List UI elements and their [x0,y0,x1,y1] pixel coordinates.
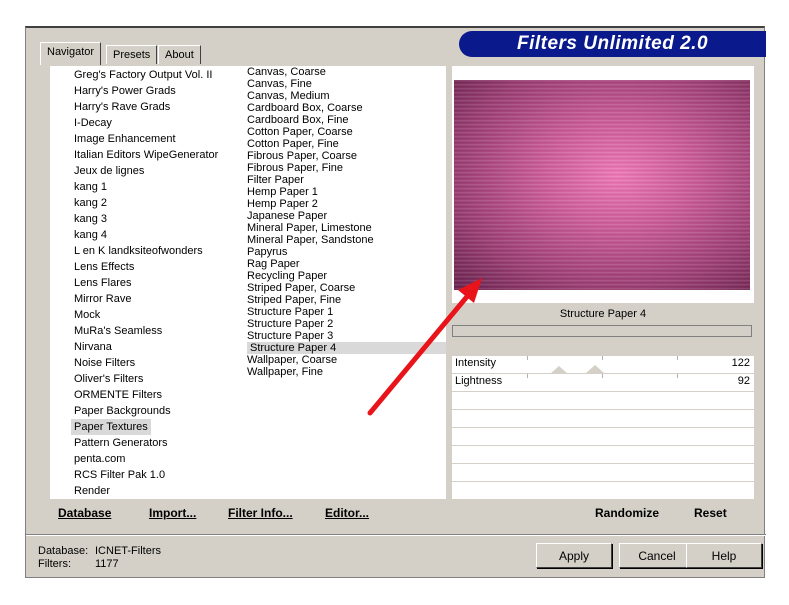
filter-list-item[interactable]: Wallpaper, Fine [247,366,446,378]
category-list-item[interactable]: Image Enhancement [74,131,176,147]
category-list-item[interactable]: Render [74,483,110,499]
category-list-item[interactable]: Pattern Generators [74,435,168,451]
category-list-item[interactable]: Harry's Rave Grads [74,99,170,115]
progress-bar [452,325,752,337]
category-list-item[interactable]: penta.com [74,451,125,467]
filter-list-item[interactable]: Canvas, Coarse [247,66,446,78]
filter-list-item[interactable]: Structure Paper 3 [247,330,446,342]
param-lightness[interactable]: Lightness 92 [452,365,754,392]
category-list-item[interactable]: MuRa's Seamless [74,323,162,339]
category-list-item[interactable]: Paper Textures [71,419,151,435]
param-empty-row [452,428,754,446]
action-bar: Database Import... Filter Info... Editor… [26,506,766,530]
filter-list-item[interactable]: Striped Paper, Fine [247,294,446,306]
filter-list-item[interactable]: Fibrous Paper, Fine [247,162,446,174]
param-value: 122 [731,357,750,369]
filter-list-item[interactable]: Cotton Paper, Fine [247,138,446,150]
category-list-item[interactable]: Lens Flares [74,275,131,291]
param-empty-row [452,482,754,500]
help-button[interactable]: Help [686,543,762,568]
editor-button[interactable]: Editor... [325,506,369,520]
tab-presets[interactable]: Presets [106,45,158,64]
slider-thumb[interactable] [550,366,568,374]
filter-list-item[interactable]: Structure Paper 1 [247,306,446,318]
category-list-item[interactable]: Oliver's Filters [74,371,143,387]
filter-list-item[interactable]: Structure Paper 4 [247,342,446,354]
separator [26,534,766,536]
filter-list-item[interactable]: Hemp Paper 1 [247,186,446,198]
param-empty-row [452,464,754,482]
param-empty-row [452,446,754,464]
category-list-item[interactable]: Paper Backgrounds [74,403,171,419]
filter-list-item[interactable]: Filter Paper [247,174,446,186]
cancel-button[interactable]: Cancel [619,543,695,568]
category-list-item[interactable]: ORMENTE Filters [74,387,162,403]
slider-thumb[interactable] [586,365,604,373]
category-list-item[interactable]: Mock [74,307,100,323]
database-button[interactable]: Database [58,506,111,520]
category-list-item[interactable]: Lens Effects [74,259,134,275]
param-label: Lightness [455,375,503,387]
filter-list-item[interactable]: Papyrus [247,246,446,258]
app-banner: Filters Unlimited 2.0 [459,31,766,57]
import-button[interactable]: Import... [149,506,196,520]
category-list-item[interactable]: Jeux de lignes [74,163,144,179]
param-value: 92 [737,375,750,387]
tab-about[interactable]: About [158,45,201,64]
filter-list-item[interactable]: Striped Paper, Coarse [247,282,446,294]
filter-list-item[interactable]: Mineral Paper, Limestone [247,222,446,234]
filter-info-button[interactable]: Filter Info... [228,506,293,520]
parameter-panel: Intensity 122 Lightness 92 [452,356,754,500]
filter-list-item[interactable]: Fibrous Paper, Coarse [247,150,446,162]
category-list[interactable]: ▲ ▼ Greg's Factory Output Vol. IIHarry's… [50,66,268,499]
param-empty-row [452,392,754,410]
apply-button[interactable]: Apply [536,543,612,568]
database-value: ICNET-Filters [95,545,161,557]
filter-list-item[interactable]: Rag Paper [247,258,446,270]
filters-label: Filters: [38,558,71,570]
database-label: Database: [38,545,89,557]
filter-list-item[interactable]: Wallpaper, Coarse [247,354,446,366]
category-list-item[interactable]: I-Decay [74,115,112,131]
filter-list-item[interactable]: Canvas, Medium [247,90,446,102]
category-list-item[interactable]: Nirvana [74,339,112,355]
filter-list-item[interactable]: Recycling Paper [247,270,446,282]
param-empty-row [452,410,754,428]
param-label: Intensity [455,357,496,369]
filter-list-item[interactable]: Japanese Paper [247,210,446,222]
tab-navigator[interactable]: Navigator [40,42,102,65]
randomize-button[interactable]: Randomize [595,506,659,520]
filter-list-item[interactable]: Canvas, Fine [247,78,446,90]
filter-list-item[interactable]: Cardboard Box, Coarse [247,102,446,114]
preview-image [454,80,750,290]
filter-list-item[interactable]: Cotton Paper, Coarse [247,126,446,138]
category-list-item[interactable]: kang 4 [74,227,107,243]
category-list-item[interactable]: Harry's Power Grads [74,83,176,99]
filter-list-item[interactable]: Mineral Paper, Sandstone [247,234,446,246]
category-list-item[interactable]: Greg's Factory Output Vol. II [74,67,212,83]
preview-panel [452,66,754,303]
preview-filter-name: Structure Paper 4 [559,308,647,320]
filter-list-item[interactable]: Structure Paper 2 [247,318,446,330]
status-info: Database: ICNET-Filters Filters: 1177 [38,545,161,571]
filters-unlimited-dialog: Navigator Presets About Filters Unlimite… [25,26,766,578]
filter-list-item[interactable]: Cardboard Box, Fine [247,114,446,126]
category-list-item[interactable]: L en K landksiteofwonders [74,243,203,259]
reset-button[interactable]: Reset [694,506,727,520]
category-list-item[interactable]: kang 3 [74,211,107,227]
category-list-item[interactable]: RCS Filter Pak 1.0 [74,467,165,483]
category-list-item[interactable]: kang 1 [74,179,107,195]
category-list-item[interactable]: kang 2 [74,195,107,211]
category-list-item[interactable]: Mirror Rave [74,291,131,307]
filter-list[interactable]: Canvas, Coarse Canvas, Fine Canvas, Medium… [247,66,446,499]
filter-list-item[interactable]: Hemp Paper 2 [247,198,446,210]
category-list-item[interactable]: Noise Filters [74,355,135,371]
category-list-item[interactable]: Italian Editors WipeGenerator [74,147,218,163]
filters-count: 1177 [95,558,119,570]
